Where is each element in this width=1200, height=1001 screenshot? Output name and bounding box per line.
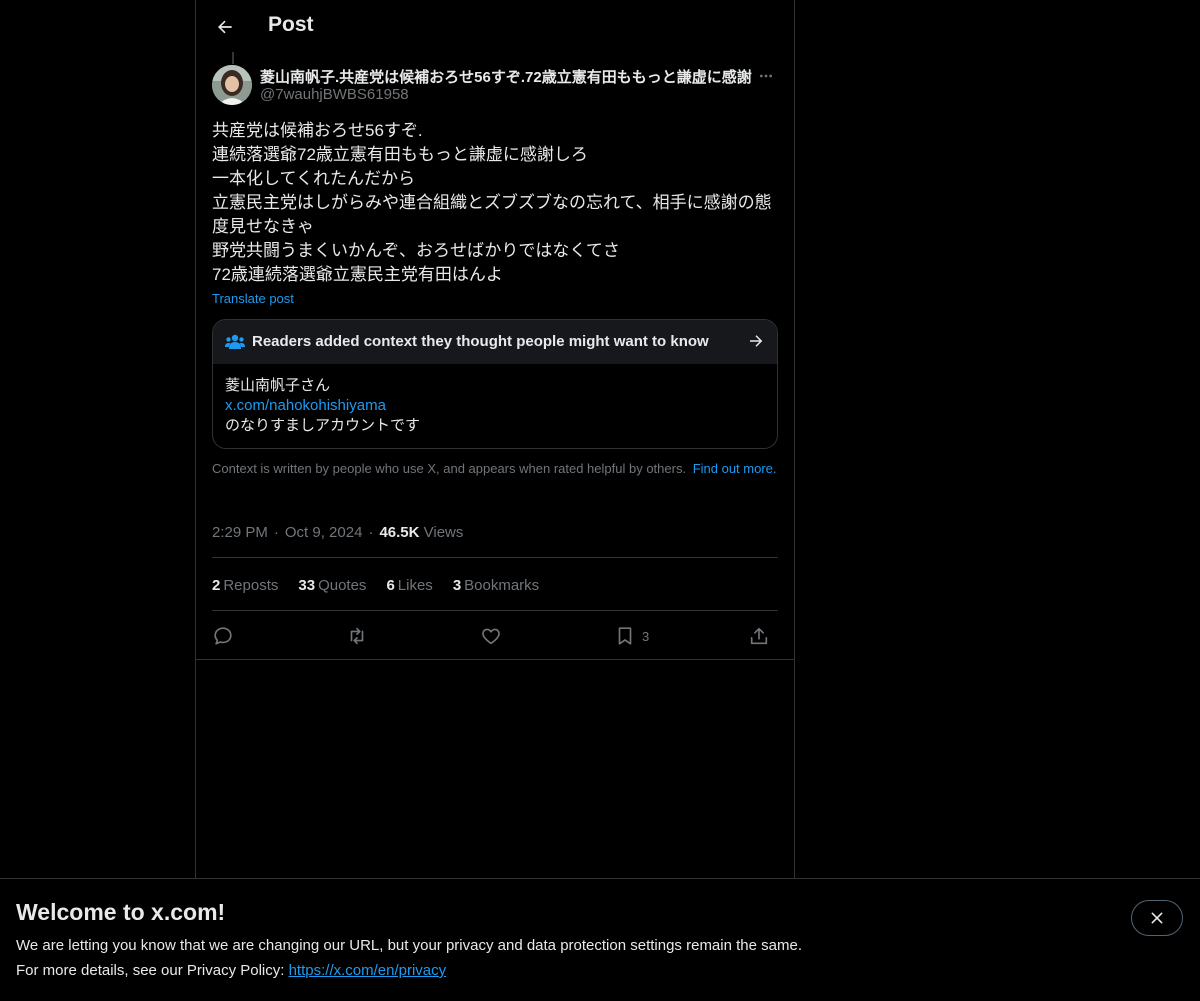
people-icon bbox=[225, 333, 245, 356]
like-button[interactable] bbox=[480, 623, 502, 649]
post-stats: 2 Reposts 33 Quotes 6 Likes 3 Bookmarks bbox=[212, 577, 559, 594]
quotes-stat[interactable]: 33 Quotes bbox=[298, 577, 366, 594]
post-text-line: 野党共闘うまくいかんぞ、おろせばかりではなくてさ bbox=[212, 241, 620, 260]
close-icon bbox=[1151, 912, 1163, 924]
likes-stat[interactable]: 6 Likes bbox=[386, 577, 432, 594]
more-dots-icon bbox=[760, 74, 772, 78]
translate-post-link[interactable]: Translate post bbox=[212, 291, 294, 306]
back-button[interactable] bbox=[208, 10, 242, 44]
page-title: Post bbox=[268, 13, 314, 36]
bookmark-button[interactable]: 3 bbox=[614, 623, 649, 649]
main-column: Post 菱山南帆子.共産党は候補おろせ56すぞ.72歳立憲有田ももっと謙虚に感… bbox=[195, 0, 795, 878]
reposts-stat[interactable]: 2 Reposts bbox=[212, 577, 278, 594]
top-header: Post bbox=[196, 0, 794, 54]
post-text-line: 連続落選爺72歳立憲有田ももっと謙虚に感謝しろ bbox=[212, 145, 588, 164]
community-note: Readers added context they thought peopl… bbox=[212, 319, 778, 449]
reply-icon bbox=[214, 627, 232, 645]
author-handle[interactable]: @7wauhjBWBS61958 bbox=[260, 86, 409, 103]
privacy-policy-link[interactable]: https://x.com/en/privacy bbox=[289, 962, 447, 979]
post-author: 菱山南帆子.共産党は候補おろせ56すぞ.72歳立憲有田ももっと謙虚に感謝 @7w… bbox=[212, 64, 778, 108]
community-note-footer: Context is written by people who use X, … bbox=[212, 461, 778, 477]
author-display-name[interactable]: 菱山南帆子.共産党は候補おろせ56すぞ.72歳立憲有田ももっと謙虚に感謝 bbox=[260, 66, 752, 87]
reply-button[interactable] bbox=[212, 623, 234, 649]
post-text-line: 立憲民主党はしがらみや連合組織とズブズブなの忘れて、相手に感謝の態度見せなきゃ bbox=[212, 193, 772, 236]
post-text: 共産党は候補おろせ56すぞ. 連続落選爺72歳立憲有田ももっと謙虚に感謝しろ 一… bbox=[212, 119, 778, 287]
banner-message: We are letting you know that we are chan… bbox=[16, 937, 802, 954]
note-text-line: のなりすましアカウントです bbox=[225, 417, 421, 434]
divider bbox=[196, 659, 794, 660]
repost-button[interactable] bbox=[346, 623, 368, 649]
divider bbox=[212, 557, 778, 558]
post-time[interactable]: 2:29 PM bbox=[212, 524, 268, 541]
views-count: 46.5K bbox=[379, 524, 420, 541]
bookmark-icon bbox=[618, 627, 632, 645]
post-actions: 3 bbox=[212, 623, 778, 649]
post-text-line: 一本化してくれたんだから bbox=[212, 169, 415, 188]
community-note-title: Readers added context they thought peopl… bbox=[252, 333, 709, 350]
post-text-line: 共産党は候補おろせ56すぞ. bbox=[212, 121, 423, 140]
post-text-line: 72歳連続落選爺立憲民主党有田はんよ bbox=[212, 265, 503, 284]
community-note-header[interactable]: Readers added context they thought peopl… bbox=[213, 320, 777, 364]
note-footer-text: Context is written by people who use X, … bbox=[212, 461, 687, 476]
banner-title: Welcome to x.com! bbox=[16, 899, 226, 925]
note-link[interactable]: x.com/nahokohishiyama bbox=[225, 396, 420, 416]
community-note-body: 菱山南帆子さん x.com/nahokohishiyama のなりすましアカウン… bbox=[225, 376, 420, 436]
avatar[interactable] bbox=[212, 65, 252, 105]
arrow-left-icon bbox=[218, 20, 232, 34]
thread-connector-line bbox=[232, 52, 234, 64]
repost-icon bbox=[350, 627, 364, 645]
more-options-button[interactable] bbox=[754, 66, 778, 86]
find-out-more-link[interactable]: Find out more. bbox=[693, 461, 777, 476]
post-meta: 2:29 PM · Oct 9, 2024 · 46.5K Views bbox=[212, 524, 464, 541]
divider bbox=[212, 610, 778, 611]
bookmarks-stat[interactable]: 3 Bookmarks bbox=[453, 577, 539, 594]
views-label: Views bbox=[423, 524, 464, 541]
welcome-banner: Welcome to x.com! We are letting you kno… bbox=[0, 878, 1200, 1001]
bookmark-count: 3 bbox=[642, 628, 650, 644]
banner-privacy-line: For more details, see our Privacy Policy… bbox=[16, 962, 447, 979]
arrow-right-icon bbox=[747, 332, 765, 355]
share-icon bbox=[750, 627, 768, 645]
post-date[interactable]: Oct 9, 2024 bbox=[285, 524, 363, 541]
note-text-line: 菱山南帆子さん bbox=[225, 377, 331, 394]
share-button[interactable] bbox=[748, 623, 770, 649]
heart-icon bbox=[482, 628, 500, 645]
close-banner-button[interactable] bbox=[1131, 900, 1183, 936]
